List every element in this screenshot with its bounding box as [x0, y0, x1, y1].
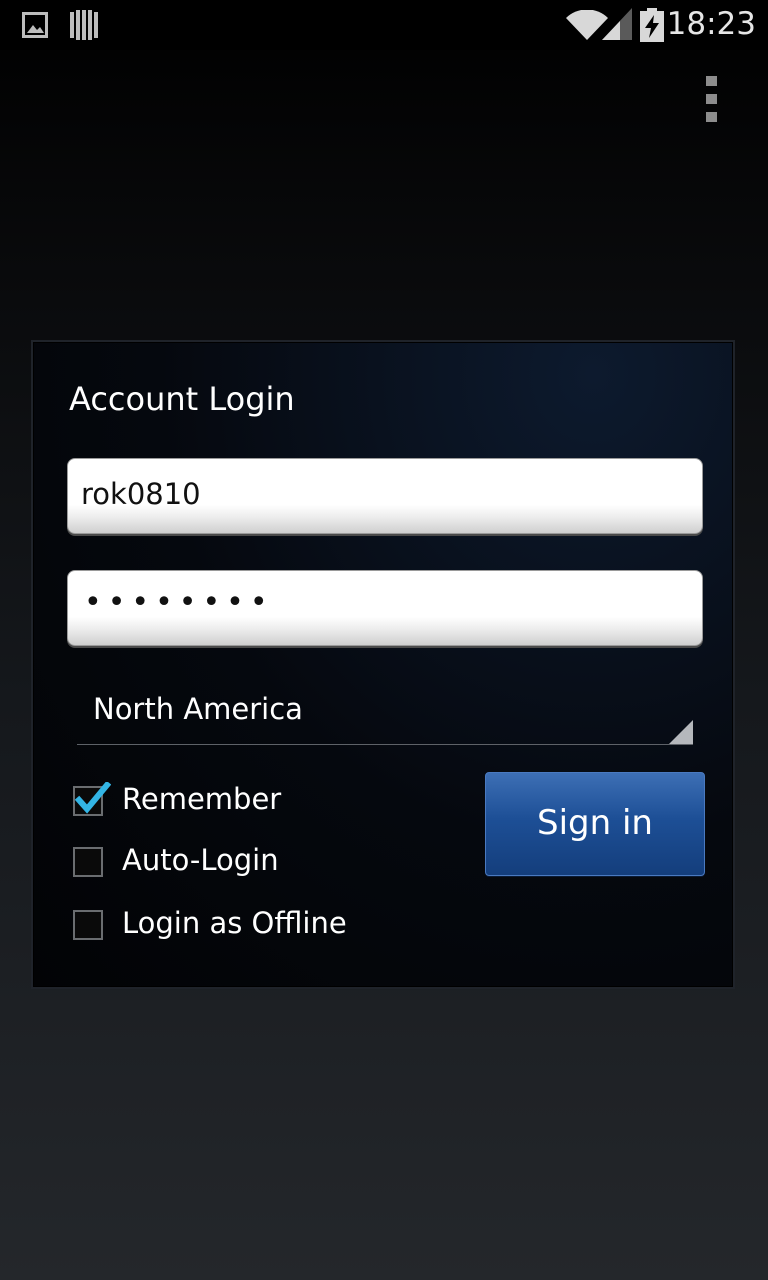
password-input[interactable]: •••••••• — [67, 570, 703, 646]
menu-dot — [706, 94, 717, 104]
checkmark-icon — [75, 782, 111, 814]
barcode-notification-icon — [70, 10, 98, 40]
menu-dot — [706, 112, 717, 122]
battery-charging-icon — [640, 8, 664, 42]
offline-label: Login as Offline — [122, 906, 347, 940]
sign-in-button[interactable]: Sign in — [485, 772, 705, 876]
login-panel: Account Login rok0810 •••••••• North Ame… — [31, 340, 735, 989]
status-clock: 18:23 — [666, 6, 756, 42]
signal-icon — [602, 8, 632, 40]
menu-dot — [706, 76, 717, 86]
auto-login-label: Auto-Login — [122, 843, 279, 877]
overflow-menu-icon[interactable] — [700, 76, 724, 122]
offline-checkbox[interactable] — [73, 910, 103, 940]
region-selected-value: North America — [93, 692, 303, 726]
username-value: rok0810 — [81, 477, 201, 511]
username-input[interactable]: rok0810 — [67, 458, 703, 534]
remember-label: Remember — [122, 782, 282, 816]
password-mask: •••••••• — [84, 585, 274, 620]
auto-login-checkbox[interactable] — [73, 847, 103, 877]
status-bar: 18:23 — [0, 0, 768, 50]
region-spinner[interactable]: North America — [77, 684, 693, 745]
image-notification-icon — [22, 12, 48, 38]
spinner-arrow-icon — [669, 720, 693, 744]
panel-title: Account Login — [69, 380, 295, 418]
